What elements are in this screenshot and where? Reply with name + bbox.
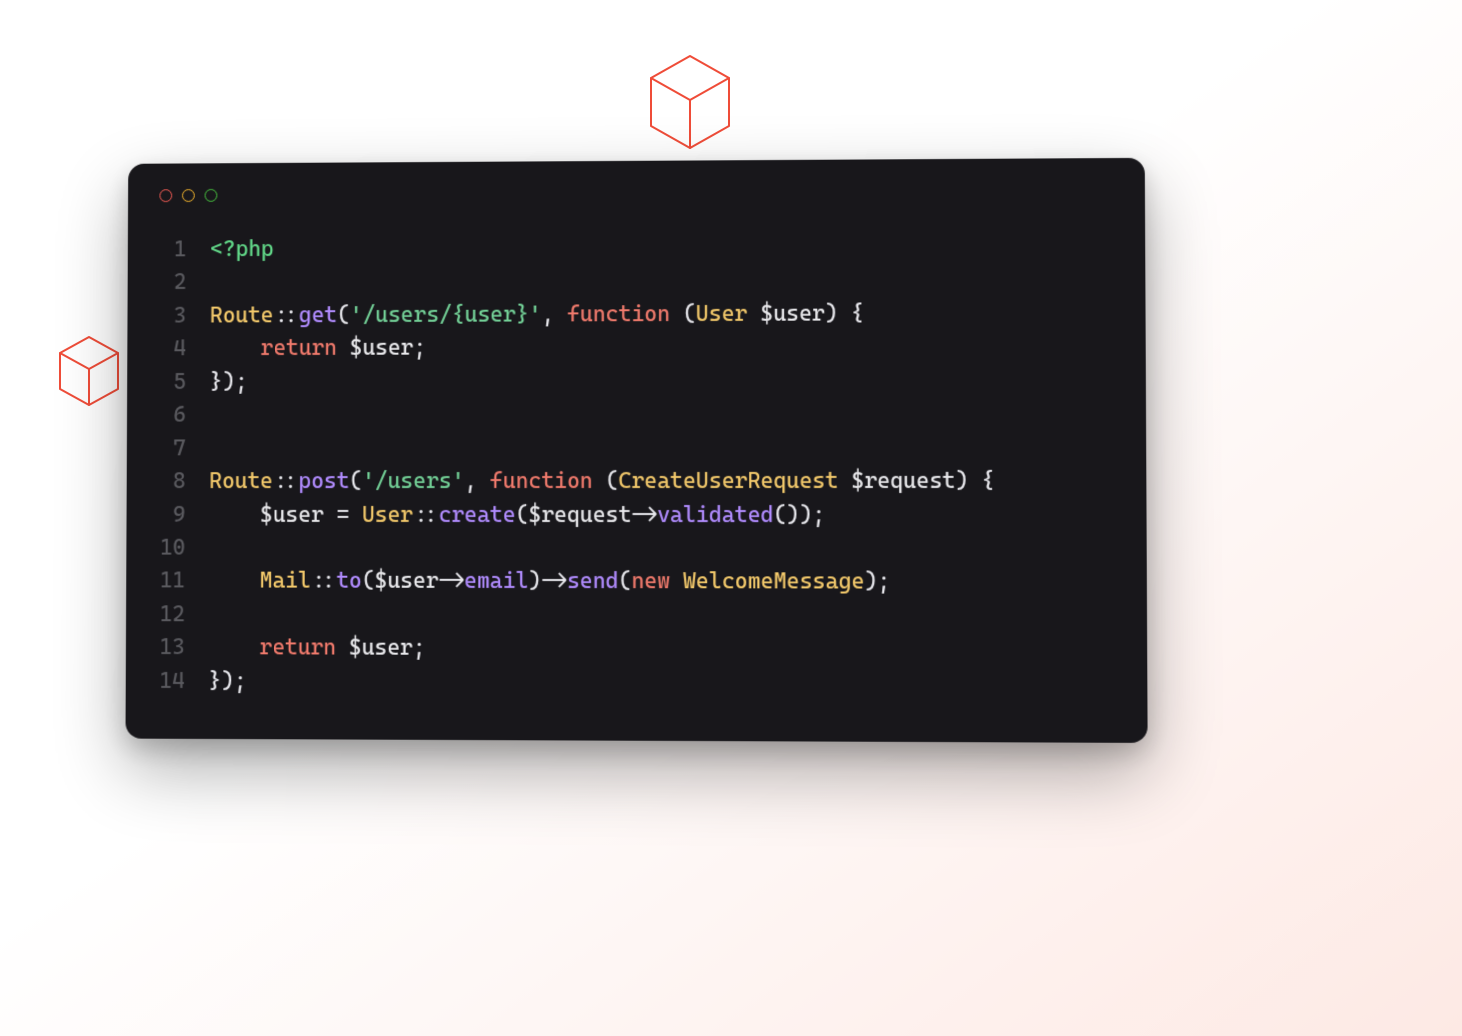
line-number: 4 — [157, 333, 187, 366]
cube-icon — [645, 52, 735, 152]
code-line: $user = User::create($request->validated… — [209, 502, 825, 527]
code-content[interactable]: <?php Route::get('/users/{user}', functi… — [208, 230, 995, 701]
code-line: <?php — [210, 237, 274, 262]
code-line — [210, 270, 223, 295]
code-line: }); — [210, 370, 248, 395]
line-number: 6 — [156, 399, 186, 432]
line-number: 12 — [156, 598, 186, 631]
code-line: Route::get('/users/{user}', function (Us… — [210, 301, 864, 328]
line-number: 9 — [156, 498, 186, 531]
line-number: 7 — [156, 432, 186, 465]
code-area: 1 2 3 4 5 6 7 8 9 10 11 12 13 14 <?php R… — [155, 229, 1117, 701]
code-line: Mail::to($user->email)->send(new Welcome… — [209, 569, 891, 595]
line-number: 2 — [157, 267, 187, 300]
line-number: 11 — [156, 565, 186, 598]
line-number: 5 — [157, 366, 187, 399]
code-line: Route::post('/users', function (CreateUs… — [209, 469, 994, 494]
minimize-icon[interactable] — [182, 189, 195, 202]
line-number: 3 — [157, 300, 187, 333]
code-line — [210, 403, 223, 428]
line-number: 8 — [156, 465, 186, 498]
line-number: 1 — [157, 234, 187, 267]
line-number: 10 — [156, 532, 186, 565]
cube-icon — [56, 334, 122, 408]
code-line: }); — [208, 669, 246, 694]
line-number: 14 — [155, 665, 185, 698]
code-line — [209, 536, 222, 561]
line-number-gutter: 1 2 3 4 5 6 7 8 9 10 11 12 13 14 — [155, 233, 210, 698]
code-line: return $user; — [209, 636, 426, 662]
window-traffic-lights — [159, 184, 1114, 202]
code-line — [209, 436, 222, 461]
code-line: return $user; — [210, 336, 426, 361]
close-icon[interactable] — [159, 189, 172, 202]
code-line — [209, 602, 222, 627]
line-number: 13 — [155, 631, 185, 664]
code-editor-window: 1 2 3 4 5 6 7 8 9 10 11 12 13 14 <?php R… — [125, 158, 1147, 743]
maximize-icon[interactable] — [205, 189, 218, 202]
